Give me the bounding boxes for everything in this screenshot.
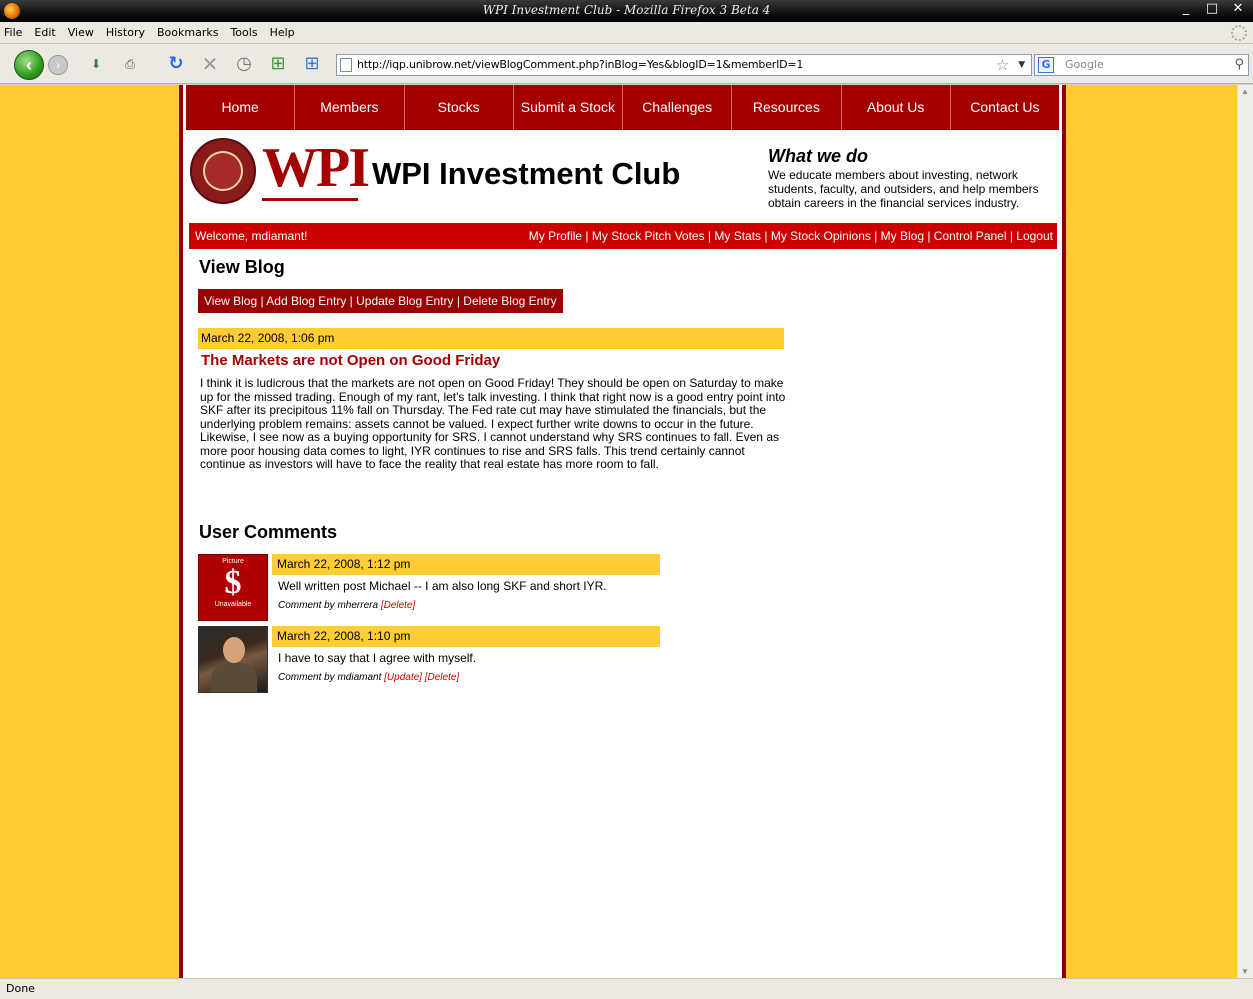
logo-underline	[262, 198, 358, 201]
nav-stocks[interactable]: Stocks	[405, 85, 514, 130]
update-comment-link[interactable]: [Update]	[384, 672, 422, 683]
chevron-down-icon[interactable]: ▼	[1018, 55, 1025, 75]
comment-item: Picture $ Unavailable March 22, 2008, 1:…	[198, 554, 660, 624]
status-bar: Done	[0, 978, 1253, 999]
comments-heading: User Comments	[199, 522, 338, 542]
save-icon[interactable]: ⬇	[84, 52, 108, 76]
menu-tools[interactable]: Tools	[230, 26, 257, 39]
history-icon[interactable]: ◷	[232, 52, 256, 76]
nav-resources[interactable]: Resources	[732, 85, 842, 130]
star-icon[interactable]: ☆	[996, 55, 1009, 75]
avatar	[198, 626, 268, 693]
search-icon[interactable]: ⚲	[1234, 55, 1244, 75]
browser-viewport: Home Members Stocks Submit a Stock Chall…	[0, 85, 1253, 978]
page-icon	[340, 58, 352, 72]
blog-actions-bar[interactable]: View Blog | Add Blog Entry | Update Blog…	[198, 289, 563, 313]
comment-author: Comment by mdiamant	[278, 672, 382, 683]
comment-text: Well written post Michael -- I am also l…	[278, 579, 607, 593]
club-title: WPI Investment Club	[372, 156, 681, 191]
search-input[interactable]: G Google ⚲	[1034, 54, 1249, 76]
new-window-icon[interactable]: ⊞	[300, 52, 324, 76]
nav-contact-us[interactable]: Contact Us	[951, 85, 1059, 130]
entry-body: I think it is ludicrous that the markets…	[200, 376, 786, 471]
entry-title: The Markets are not Open on Good Friday	[201, 352, 501, 369]
nav-home[interactable]: Home	[186, 85, 296, 130]
search-placeholder: Google	[1065, 58, 1104, 71]
site-nav: Home Members Stocks Submit a Stock Chall…	[186, 85, 1059, 130]
comment-byline: Comment by mherrera [Delete]	[278, 600, 415, 611]
comment-byline: Comment by mdiamant [Update] [Delete]	[278, 672, 459, 683]
status-text: Done	[6, 982, 35, 995]
menu-history[interactable]: History	[106, 26, 145, 39]
navigation-toolbar: ‹ › ⬇ ⎙ ↻ ✕ ◷ ⊞ ⊞ http://iqp.unibrow.net…	[0, 44, 1253, 84]
back-button[interactable]: ‹	[14, 50, 44, 80]
forward-button[interactable]: ›	[48, 55, 68, 75]
menu-help[interactable]: Help	[270, 26, 295, 39]
nav-challenges[interactable]: Challenges	[623, 85, 733, 130]
vertical-scrollbar[interactable]: ▲ ▼	[1237, 85, 1253, 978]
user-links[interactable]: My Profile | My Stock Pitch Votes | My S…	[529, 223, 1053, 249]
menu-bar: File Edit View History Bookmarks Tools H…	[0, 22, 1253, 44]
delete-comment-link[interactable]: [Delete]	[381, 600, 415, 611]
page-title: View Blog	[199, 257, 285, 277]
nav-submit-stock[interactable]: Submit a Stock	[514, 85, 623, 130]
menu-file[interactable]: File	[4, 26, 22, 39]
what-we-do-text: We educate members about investing, netw…	[768, 168, 1039, 210]
close-button[interactable]: ✕	[1225, 0, 1251, 18]
menu-edit[interactable]: Edit	[34, 26, 55, 39]
menu-view[interactable]: View	[68, 26, 94, 39]
what-we-do-heading: What we do	[768, 146, 868, 166]
site-header: WPI WPI Investment Club What we do We ed…	[186, 130, 1059, 222]
avatar: Picture $ Unavailable	[198, 554, 268, 621]
comment-date: March 22, 2008, 1:10 pm	[272, 626, 660, 647]
window-title: WPI Investment Club - Mozilla Firefox 3 …	[482, 3, 771, 17]
nav-about-us[interactable]: About Us	[842, 85, 951, 130]
dollar-icon: $	[224, 564, 242, 601]
address-text: http://iqp.unibrow.net/viewBlogComment.p…	[357, 58, 804, 71]
new-tab-icon[interactable]: ⊞	[266, 52, 290, 76]
comment-item: March 22, 2008, 1:10 pm I have to say th…	[198, 626, 660, 693]
print-icon[interactable]: ⎙	[118, 52, 142, 76]
welcome-text: Welcome, mdiamant!	[195, 229, 308, 243]
reload-icon[interactable]: ↻	[164, 52, 188, 76]
wpi-seal-logo	[190, 138, 256, 204]
comment-text: I have to say that I agree with myself.	[278, 651, 477, 665]
google-icon[interactable]: G	[1038, 57, 1054, 73]
maximize-button[interactable]: □	[1199, 0, 1225, 18]
wpi-logo: WPI	[262, 137, 370, 199]
comment-author: Comment by mherrera	[278, 600, 379, 611]
nav-members[interactable]: Members	[295, 85, 405, 130]
comment-date: March 22, 2008, 1:12 pm	[272, 554, 660, 575]
throbber-icon	[1231, 25, 1247, 41]
address-bar[interactable]: http://iqp.unibrow.net/viewBlogComment.p…	[336, 54, 1032, 76]
menu-bookmarks[interactable]: Bookmarks	[157, 26, 218, 39]
delete-comment-link[interactable]: [Delete]	[425, 672, 459, 683]
minimize-button[interactable]: _	[1173, 0, 1199, 18]
entry-date: March 22, 2008, 1:06 pm	[198, 328, 784, 349]
window-titlebar: WPI Investment Club - Mozilla Firefox 3 …	[0, 0, 1253, 22]
stop-icon[interactable]: ✕	[198, 52, 222, 76]
avatar-caption-bottom: Unavailable	[214, 601, 252, 608]
welcome-bar: Welcome, mdiamant! My Profile | My Stock…	[189, 223, 1057, 249]
scroll-up-icon[interactable]: ▲	[1241, 87, 1249, 96]
scroll-down-icon[interactable]: ▼	[1241, 967, 1249, 976]
site-page: Home Members Stocks Submit a Stock Chall…	[179, 85, 1066, 978]
